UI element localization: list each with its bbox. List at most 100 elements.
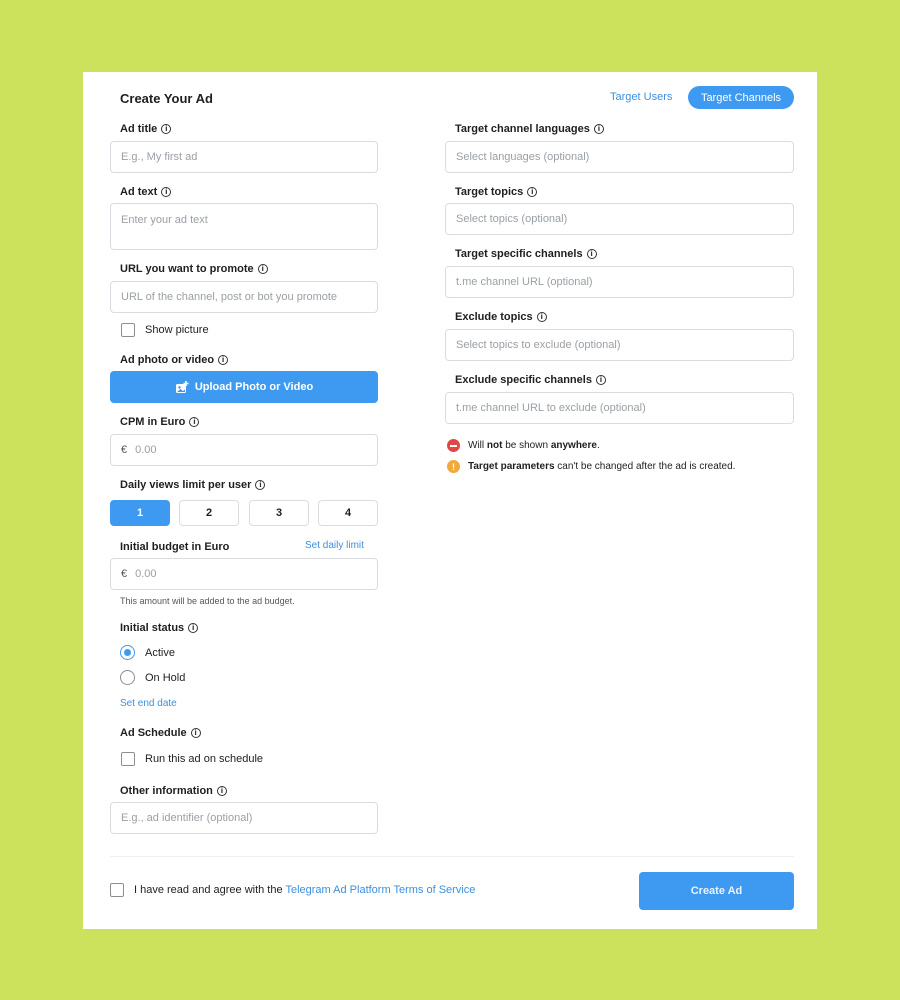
channels-label: Target specific channels i <box>455 248 597 260</box>
topics-label-text: Target topics <box>455 186 524 198</box>
tab-target-channels[interactable]: Target Channels <box>688 86 794 109</box>
set-daily-limit-link[interactable]: Set daily limit <box>305 540 364 551</box>
status-option-active[interactable]: Active <box>120 645 175 660</box>
budget-hint: This amount will be added to the ad budg… <box>120 596 295 606</box>
schedule-checkbox-label: Run this ad on schedule <box>145 753 264 765</box>
daily-views-label: Daily views limit per user i <box>120 479 266 491</box>
info-icon[interactable]: i <box>586 249 597 259</box>
status-option-on-hold[interactable]: On Hold <box>120 670 185 685</box>
cpm-label: CPM in Euro i <box>120 416 200 428</box>
info-icon[interactable]: i <box>161 124 172 134</box>
daily-views-option-2[interactable]: 2 <box>179 500 239 526</box>
info-icon[interactable]: i <box>190 728 201 738</box>
schedule-label-text: Ad Schedule <box>120 727 187 739</box>
info-icon[interactable]: i <box>593 124 604 134</box>
exclude-topics-placeholder: Select topics to exclude (optional) <box>456 339 621 351</box>
info-icon[interactable]: i <box>255 480 266 490</box>
ad-title-input[interactable]: E.g., My first ad <box>110 141 378 173</box>
ad-text-label-text: Ad text <box>120 186 158 198</box>
add-photo-icon <box>175 380 189 393</box>
budget-placeholder: 0.00 <box>135 568 157 580</box>
exclamation-icon: ! <box>447 460 460 473</box>
daily-views-option-4[interactable]: 4 <box>318 500 378 526</box>
topics-placeholder: Select topics (optional) <box>456 213 568 225</box>
exclude-channels-placeholder: t.me channel URL to exclude (optional) <box>456 402 646 414</box>
warning-not-shown: Will not be shown anywhere. <box>447 439 600 452</box>
daily-views-label-text: Daily views limit per user <box>120 479 252 491</box>
warning-not-shown-text: Will not be shown anywhere. <box>468 440 600 451</box>
create-ad-button[interactable]: Create Ad <box>639 872 794 910</box>
languages-label-text: Target channel languages <box>455 123 590 135</box>
other-info-input[interactable]: E.g., ad identifier (optional) <box>110 802 378 834</box>
ad-text-label: Ad text i <box>120 186 172 198</box>
daily-views-option-1[interactable]: 1 <box>110 500 170 526</box>
terms-agreement[interactable]: I have read and agree with the Telegram … <box>110 883 475 897</box>
info-icon[interactable]: i <box>527 187 538 197</box>
show-picture-option[interactable]: Show picture <box>121 323 209 337</box>
exclude-channels-label: Exclude specific channels i <box>455 374 606 386</box>
cpm-input[interactable]: € 0.00 <box>110 434 378 466</box>
topics-select[interactable]: Select topics (optional) <box>445 203 794 235</box>
exclude-channels-label-text: Exclude specific channels <box>455 374 592 386</box>
status-active-radio[interactable] <box>120 645 135 660</box>
show-picture-checkbox[interactable] <box>121 323 135 337</box>
status-on-hold-radio[interactable] <box>120 670 135 685</box>
languages-select[interactable]: Select languages (optional) <box>445 141 794 173</box>
show-picture-label: Show picture <box>145 324 209 336</box>
info-icon[interactable]: i <box>218 355 229 365</box>
budget-label: Initial budget in Euro <box>120 541 230 553</box>
warning-target-params: ! Target parameters can't be changed aft… <box>447 460 735 473</box>
ad-text-placeholder: Enter your ad text <box>121 214 208 226</box>
schedule-option[interactable]: Run this ad on schedule <box>121 752 263 766</box>
info-icon[interactable]: i <box>161 187 172 197</box>
info-icon[interactable]: i <box>257 264 268 274</box>
exclude-topics-label: Exclude topics i <box>455 311 547 323</box>
channels-label-text: Target specific channels <box>455 248 583 260</box>
no-entry-icon <box>447 439 460 452</box>
url-placeholder: URL of the channel, post or bot you prom… <box>121 291 338 303</box>
status-label-text: Initial status <box>120 622 185 634</box>
terms-checkbox[interactable] <box>110 883 124 897</box>
exclude-channels-input[interactable]: t.me channel URL to exclude (optional) <box>445 392 794 424</box>
tab-target-users[interactable]: Target Users <box>610 91 672 103</box>
footer-divider <box>110 856 794 857</box>
ad-text-textarea[interactable]: Enter your ad text <box>110 203 378 250</box>
channels-placeholder: t.me channel URL (optional) <box>456 276 593 288</box>
url-label-text: URL you want to promote <box>120 263 254 275</box>
daily-views-option-3[interactable]: 3 <box>249 500 309 526</box>
status-label: Initial status i <box>120 622 199 634</box>
currency-symbol: € <box>121 568 128 580</box>
page-title: Create Your Ad <box>120 91 213 106</box>
exclude-topics-label-text: Exclude topics <box>455 311 533 323</box>
info-icon[interactable]: i <box>189 417 200 427</box>
url-input[interactable]: URL of the channel, post or bot you prom… <box>110 281 378 313</box>
languages-placeholder: Select languages (optional) <box>456 151 590 163</box>
budget-input[interactable]: € 0.00 <box>110 558 378 590</box>
channels-input[interactable]: t.me channel URL (optional) <box>445 266 794 298</box>
schedule-label: Ad Schedule i <box>120 727 201 739</box>
set-end-date-link[interactable]: Set end date <box>120 698 177 709</box>
currency-symbol: € <box>121 444 128 456</box>
upload-media-button-label: Upload Photo or Video <box>194 381 314 393</box>
status-on-hold-label: On Hold <box>145 671 186 684</box>
cpm-placeholder: 0.00 <box>135 444 157 456</box>
ad-title-label-text: Ad title <box>120 123 158 135</box>
terms-text: I have read and agree with the Telegram … <box>134 884 475 896</box>
topics-label: Target topics i <box>455 186 538 198</box>
info-icon[interactable]: i <box>188 623 199 633</box>
status-active-label: Active <box>145 646 175 659</box>
info-icon[interactable]: i <box>536 312 547 322</box>
warning-target-params-text: Target parameters can't be changed after… <box>468 461 736 472</box>
other-info-label-text: Other information <box>120 785 213 797</box>
create-ad-card: Create Your Ad Target Users Target Chann… <box>83 72 817 929</box>
languages-label: Target channel languages i <box>455 123 604 135</box>
exclude-topics-select[interactable]: Select topics to exclude (optional) <box>445 329 794 361</box>
media-label-text: Ad photo or video <box>120 354 215 366</box>
schedule-checkbox[interactable] <box>121 752 135 766</box>
info-icon[interactable]: i <box>595 375 606 385</box>
info-icon[interactable]: i <box>216 786 227 796</box>
other-info-label: Other information i <box>120 785 227 797</box>
upload-media-button[interactable]: Upload Photo or Video <box>110 371 378 403</box>
terms-of-service-link[interactable]: Telegram Ad Platform Terms of Service <box>285 884 475 896</box>
media-label: Ad photo or video i <box>120 354 229 366</box>
